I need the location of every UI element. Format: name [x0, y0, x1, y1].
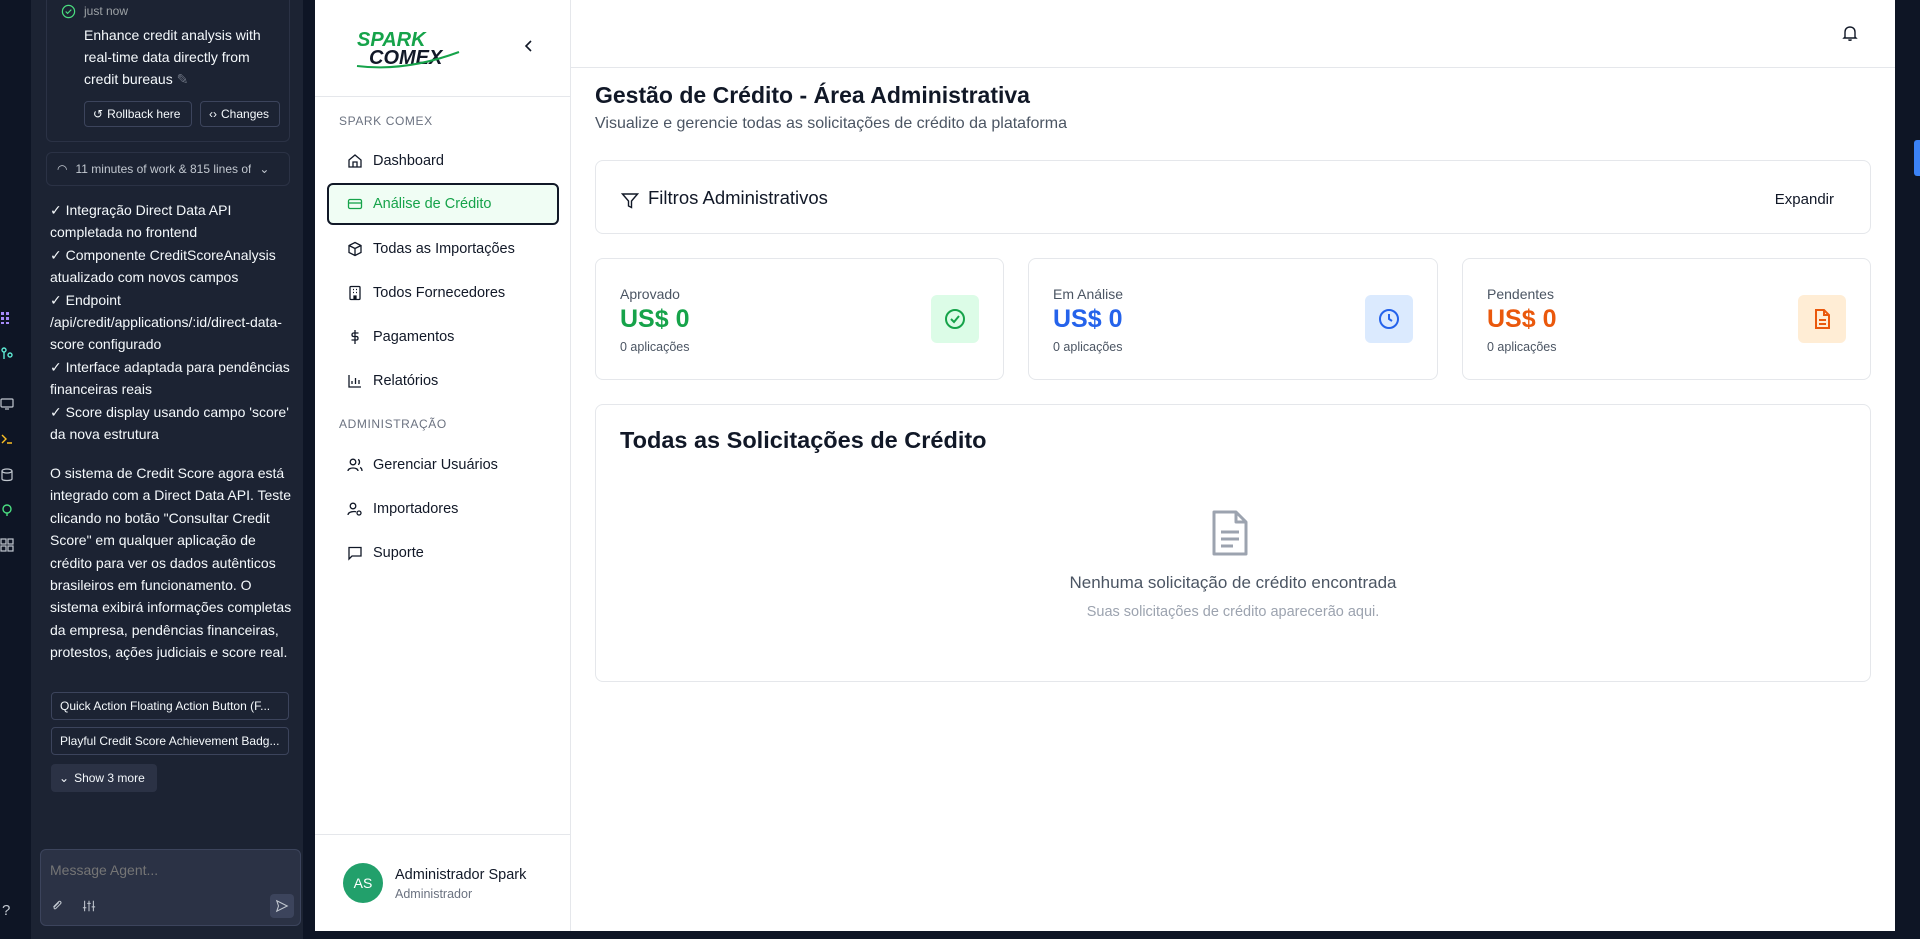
message-line: ✓ Score display usando campo 'score' da …: [50, 403, 289, 443]
message-line: ✓ Interface adaptada para pendências fin…: [50, 358, 290, 398]
stat-card-pendentes: Pendentes US$ 0 0 aplicações: [1462, 258, 1871, 380]
agent-message-paragraph: O sistema de Credit Score agora está int…: [50, 465, 292, 661]
gauge-icon: ◠: [57, 162, 68, 176]
git-icon[interactable]: [0, 346, 14, 362]
message-line: ✓ Integração Direct Data API completada …: [50, 202, 232, 241]
paperclip-icon[interactable]: [48, 897, 66, 915]
side-tab-handle[interactable]: [1914, 140, 1920, 176]
rollback-button[interactable]: ↺ Rollback here: [84, 101, 192, 127]
dollar-icon: [351, 330, 359, 344]
app-viewport: SPARK COMEX SPARK COMEX Dashboard Anális…: [315, 0, 1895, 931]
work-summary-toggle[interactable]: ◠ 11 minutes of work & 815 lines of ⌄: [46, 152, 290, 186]
sidebar-item-relatorios[interactable]: Relatórios: [327, 360, 559, 402]
work-summary-text: 11 minutes of work & 815 lines of: [75, 162, 252, 176]
code-icon: ‹›: [209, 107, 217, 121]
stat-card-aprovado: Aprovado US$ 0 0 aplicações: [595, 258, 1004, 380]
database-icon[interactable]: [0, 467, 14, 483]
chevron-down-icon: ⌄: [259, 162, 270, 176]
checkpoint-text: Enhance credit analysis with real-time d…: [84, 27, 261, 87]
stat-value: US$ 0: [1053, 305, 1123, 333]
checkpoint-time: just now: [84, 4, 129, 18]
list-title: Todas as Solicitações de Crédito: [620, 427, 987, 453]
check-circle-icon: [61, 4, 76, 19]
package-icon: [348, 241, 362, 257]
spark-comex-logo: SPARK COMEX: [356, 29, 460, 69]
user-profile[interactable]: AS Administrador Spark Administrador: [315, 834, 571, 931]
stat-value: US$ 0: [620, 305, 690, 333]
sidebar-item-suporte[interactable]: Suporte: [327, 532, 559, 574]
building-icon: [349, 285, 361, 301]
expand-filters-button[interactable]: Expandir: [1775, 191, 1834, 208]
empty-state-title: Nenhuma solicitação de crédito encontrad…: [1069, 573, 1397, 592]
stat-value: US$ 0: [1487, 305, 1557, 333]
help-icon[interactable]: ?: [2, 902, 10, 919]
sidebar-item-dashboard[interactable]: Dashboard: [327, 140, 559, 182]
sidebar-item-usuarios[interactable]: Gerenciar Usuários: [327, 444, 559, 486]
credit-requests-card: Todas as Solicitações de Crédito Nenhuma…: [595, 404, 1871, 682]
bar-chart-icon: [348, 375, 361, 388]
message-input[interactable]: [50, 862, 290, 878]
clock-icon: [1365, 295, 1413, 343]
page-subtitle: Visualize e gerencie todas as solicitaçõ…: [595, 115, 1067, 132]
sidebar-item-importadores[interactable]: Importadores: [327, 488, 559, 530]
changes-button[interactable]: ‹› Changes: [200, 101, 280, 127]
filter-icon: [621, 193, 639, 209]
settings-sliders-icon[interactable]: [80, 897, 98, 915]
agent-message-list: ✓ Integração Direct Data API completada …: [50, 199, 294, 445]
monitor-icon[interactable]: [0, 396, 14, 412]
sidebar-item-importacoes[interactable]: Todas as Importações: [327, 228, 559, 270]
terminal-icon[interactable]: [0, 431, 14, 447]
edit-icon[interactable]: ✎: [177, 71, 189, 87]
page-title: Gestão de Crédito - Área Administrativa: [595, 82, 1030, 108]
stat-label: Em Análise: [1053, 286, 1124, 302]
user-name: Administrador Spark: [395, 867, 527, 883]
chevron-down-icon: ⌄: [59, 771, 70, 785]
empty-state-subtitle: Suas solicitações de crédito aparecerão …: [1086, 604, 1380, 620]
home-icon: [348, 154, 362, 168]
chevron-left-icon[interactable]: [521, 38, 537, 54]
agent-panel: just now Enhance credit analysis with re…: [31, 0, 303, 939]
avatar: AS: [343, 863, 383, 903]
send-icon: [275, 899, 289, 913]
history-icon: ↺: [93, 107, 104, 121]
bell-icon[interactable]: [1841, 24, 1859, 42]
credit-card-icon: [347, 198, 363, 210]
top-bar: [571, 0, 1895, 68]
filters-title: Filtros Administrativos: [648, 187, 828, 208]
message-icon: [348, 546, 362, 561]
all-tools-icon[interactable]: [0, 537, 14, 553]
filters-card: Filtros Administrativos Expandir: [595, 160, 1871, 234]
deploy-icon[interactable]: [0, 502, 14, 518]
user-cog-icon: [347, 502, 362, 516]
checkpoint-card: just now Enhance credit analysis with re…: [46, 0, 290, 142]
sidebar-item-fornecedores[interactable]: Todos Fornecedores: [327, 272, 559, 314]
stat-label: Aprovado: [620, 286, 680, 302]
message-line: ✓ Endpoint /api/credit/applications/:id/…: [50, 291, 282, 353]
grid-apps-icon[interactable]: [0, 310, 14, 326]
stat-label: Pendentes: [1487, 286, 1554, 302]
stat-count: 0 aplicações: [1487, 340, 1557, 354]
send-button[interactable]: [270, 894, 294, 918]
message-composer: [40, 849, 301, 926]
app-sidebar: SPARK COMEX SPARK COMEX Dashboard Anális…: [315, 0, 571, 931]
sidebar-header: SPARK COMEX: [315, 0, 570, 97]
suggestion-chip[interactable]: Quick Action Floating Action Button (F..…: [51, 692, 289, 720]
ide-rail: ?: [0, 0, 31, 939]
sidebar-item-analise-credito[interactable]: Análise de Crédito: [327, 183, 559, 225]
message-line: ✓ Componente CreditScoreAnalysis atualiz…: [50, 246, 276, 286]
show-more-button[interactable]: ⌄ Show 3 more: [51, 764, 157, 792]
sidebar-item-pagamentos[interactable]: Pagamentos: [327, 316, 559, 358]
empty-document-icon: [1212, 510, 1248, 556]
users-icon: [347, 458, 363, 472]
stat-card-em-analise: Em Análise US$ 0 0 aplicações: [1028, 258, 1438, 380]
user-role: Administrador: [395, 887, 473, 901]
sidebar-section-admin: ADMINISTRAÇÃO: [339, 417, 447, 431]
stat-count: 0 aplicações: [1053, 340, 1123, 354]
suggestion-chip[interactable]: Playful Credit Score Achievement Badg...: [51, 727, 289, 755]
sidebar-section-main: SPARK COMEX: [339, 114, 433, 128]
stat-count: 0 aplicações: [620, 340, 690, 354]
check-circle-icon: [931, 295, 979, 343]
file-icon: [1798, 295, 1846, 343]
